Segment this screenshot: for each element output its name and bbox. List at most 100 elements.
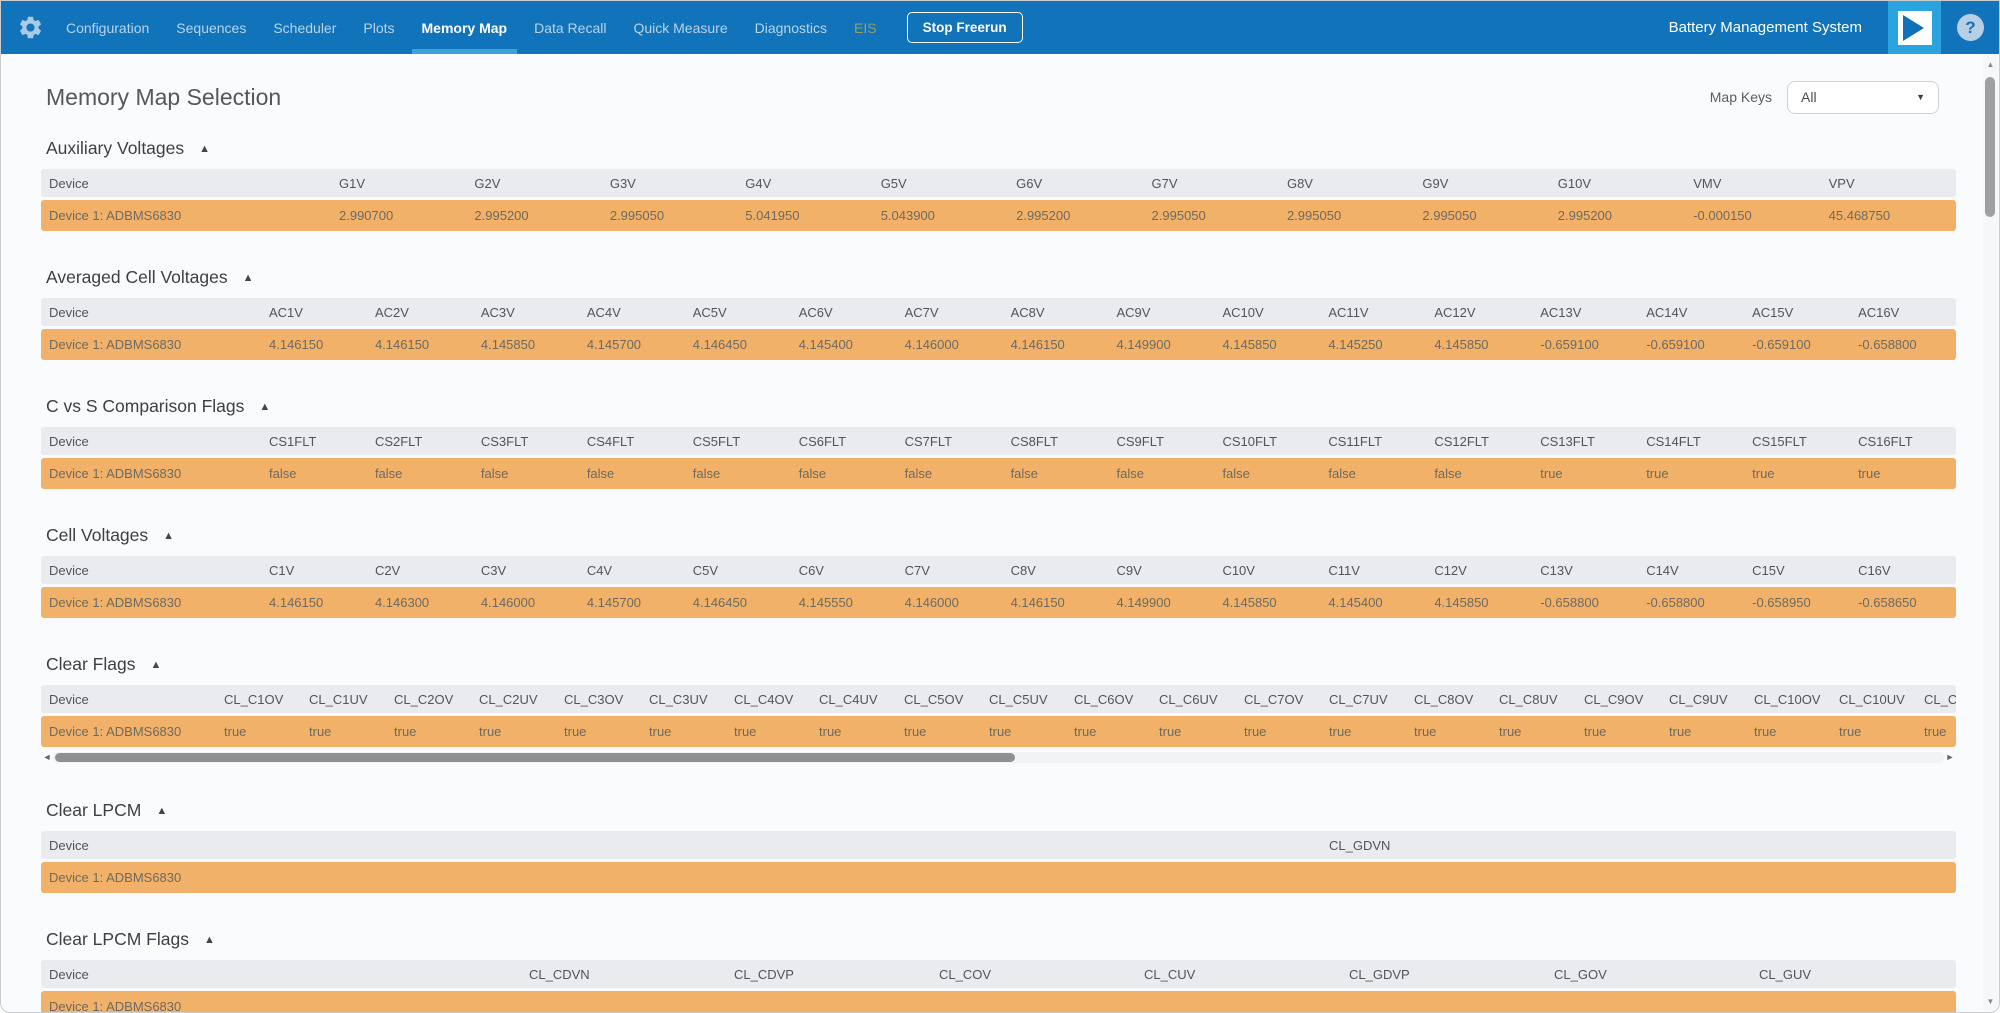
- column-header-cs16flt: CS16FLT: [1850, 434, 1956, 449]
- gear-icon[interactable]: [17, 14, 44, 41]
- device-column-header: Device: [41, 563, 261, 578]
- section-header-auxiliary-voltages[interactable]: Auxiliary Voltages ▲: [41, 138, 1959, 159]
- cell-value-cl-c6ov: true: [1066, 724, 1151, 739]
- cell-value-vpv: 45.468750: [1821, 208, 1956, 223]
- collapse-arrow-icon[interactable]: ▲: [204, 934, 215, 946]
- nav-item-data-recall[interactable]: Data Recall: [534, 1, 606, 54]
- section-header-cell-voltages[interactable]: Cell Voltages ▲: [41, 525, 1959, 546]
- column-header-ac6v: AC6V: [791, 305, 897, 320]
- column-header-cl-c4ov: CL_C4OV: [726, 692, 811, 707]
- cell-value-ac6v: 4.145400: [791, 337, 897, 352]
- column-header-ac11v: AC11V: [1320, 305, 1426, 320]
- nav-item-scheduler[interactable]: Scheduler: [273, 1, 336, 54]
- table-c-vs-s-comparison-flags: DeviceCS1FLTCS2FLTCS3FLTCS4FLTCS5FLTCS6F…: [41, 427, 1956, 489]
- cell-value-c12v: 4.145850: [1426, 595, 1532, 610]
- cell-value-cl-c3ov: true: [556, 724, 641, 739]
- section-title: Cell Voltages: [46, 525, 148, 546]
- column-header-cl-guv: CL_GUV: [1751, 967, 1956, 982]
- cell-value-cl-c9ov: true: [1576, 724, 1661, 739]
- section-header-clear-lpcm[interactable]: Clear LPCM▲: [41, 800, 1959, 821]
- collapse-arrow-icon[interactable]: ▲: [163, 530, 174, 542]
- nav-item-plots[interactable]: Plots: [363, 1, 394, 54]
- column-header-ac14v: AC14V: [1638, 305, 1744, 320]
- nav-item-configuration[interactable]: Configuration: [66, 1, 149, 54]
- scroll-up-icon[interactable]: ▲: [1983, 60, 1998, 69]
- section-header-averaged-cell-voltages[interactable]: Averaged Cell Voltages ▲: [41, 267, 1959, 288]
- cell-value-cs2flt: false: [367, 466, 473, 481]
- map-keys-select[interactable]: All ▼: [1787, 81, 1939, 114]
- cell-value-cs12flt: false: [1426, 466, 1532, 481]
- collapse-arrow-icon[interactable]: ▲: [150, 659, 161, 671]
- column-header-vmv: VMV: [1685, 176, 1820, 191]
- section-header-clear-lpcm-flags[interactable]: Clear LPCM Flags▲: [41, 929, 1959, 950]
- nav-item-sequences[interactable]: Sequences: [176, 1, 246, 54]
- column-header-g2v: G2V: [466, 176, 601, 191]
- cell-value-cl-c5uv: true: [981, 724, 1066, 739]
- cell-value-cl-c10ov: true: [1746, 724, 1831, 739]
- device-data-row[interactable]: Device 1: ADBMS6830: [41, 991, 1956, 1013]
- column-header-cl-cov: CL_COV: [931, 967, 1136, 982]
- help-icon[interactable]: ?: [1957, 14, 1984, 41]
- cell-value-g8v: 2.995050: [1279, 208, 1414, 223]
- cell-value-g10v: 2.995200: [1550, 208, 1685, 223]
- vertical-scrollbar[interactable]: ▲ ▼: [1983, 55, 1998, 1011]
- cell-value-g3v: 2.995050: [602, 208, 737, 223]
- cell-value-c15v: -0.658950: [1744, 595, 1850, 610]
- column-header-cl-c4uv: CL_C4UV: [811, 692, 896, 707]
- section-clear-lpcm-flags: Clear LPCM Flags▲DeviceCL_CDVNCL_CDVPCL_…: [41, 929, 1959, 1013]
- section-header-clear-flags[interactable]: Clear Flags▲: [41, 654, 1959, 675]
- vertical-scroll-thumb[interactable]: [1985, 77, 1995, 217]
- collapse-arrow-icon[interactable]: ▲: [199, 143, 210, 155]
- device-cell: Device 1: ADBMS6830: [41, 870, 1321, 885]
- cell-value-ac5v: 4.146450: [685, 337, 791, 352]
- cell-value-ac2v: 4.146150: [367, 337, 473, 352]
- device-data-row[interactable]: Device 1: ADBMS68304.1461504.1461504.145…: [41, 329, 1956, 360]
- nav-item-memory-map[interactable]: Memory Map: [422, 1, 508, 54]
- column-header-cl-c8uv: CL_C8UV: [1491, 692, 1576, 707]
- collapse-arrow-icon[interactable]: ▲: [156, 805, 167, 817]
- cell-value-cs7flt: false: [897, 466, 1003, 481]
- nav-item-diagnostics[interactable]: Diagnostics: [755, 1, 827, 54]
- cell-value-c10v: 4.145850: [1214, 595, 1320, 610]
- nav-item-eis[interactable]: EIS: [854, 1, 877, 54]
- device-data-row[interactable]: Device 1: ADBMS6830falsefalsefalsefalsef…: [41, 458, 1956, 489]
- device-data-row[interactable]: Device 1: ADBMS68304.1461504.1463004.146…: [41, 587, 1956, 618]
- map-keys-selected-value: All: [1801, 89, 1817, 105]
- collapse-arrow-icon[interactable]: ▲: [259, 401, 270, 413]
- scroll-down-icon[interactable]: ▼: [1983, 997, 1998, 1006]
- column-header-cs2flt: CS2FLT: [367, 434, 473, 449]
- horizontal-scrollbar[interactable]: ◄►: [41, 751, 1956, 764]
- column-header-c14v: C14V: [1638, 563, 1744, 578]
- column-header-cs6flt: CS6FLT: [791, 434, 897, 449]
- horizontal-scroll-thumb[interactable]: [55, 753, 1015, 762]
- cell-value-c4v: 4.145700: [579, 595, 685, 610]
- collapse-arrow-icon[interactable]: ▲: [243, 272, 254, 284]
- scroll-right-icon[interactable]: ►: [1944, 751, 1956, 764]
- device-data-row[interactable]: Device 1: ADBMS68302.9907002.9952002.995…: [41, 200, 1956, 231]
- column-header-cs9flt: CS9FLT: [1109, 434, 1215, 449]
- stop-freerun-button[interactable]: Stop Freerun: [907, 12, 1023, 43]
- section-title: Averaged Cell Voltages: [46, 267, 228, 288]
- column-header-c2v: C2V: [367, 563, 473, 578]
- column-header-cl-c5ov: CL_C5OV: [896, 692, 981, 707]
- play-triangle-logo-icon[interactable]: [1888, 1, 1941, 54]
- column-header-cl-c6uv: CL_C6UV: [1151, 692, 1236, 707]
- cell-value-cs8flt: false: [1003, 466, 1109, 481]
- cell-value-cl-c11ov: true: [1916, 724, 1956, 739]
- horizontal-scroll-track[interactable]: [53, 752, 1944, 763]
- column-header-cs5flt: CS5FLT: [685, 434, 791, 449]
- column-header-ac8v: AC8V: [1003, 305, 1109, 320]
- column-header-cl-c1ov: CL_C1OV: [216, 692, 301, 707]
- section-header-c-vs-s-comparison-flags[interactable]: C vs S Comparison Flags▲: [41, 396, 1959, 417]
- scroll-left-icon[interactable]: ◄: [41, 751, 53, 764]
- nav-item-quick-measure[interactable]: Quick Measure: [633, 1, 727, 54]
- device-data-row[interactable]: Device 1: ADBMS6830: [41, 862, 1956, 893]
- device-data-row[interactable]: Device 1: ADBMS6830truetruetruetruetruet…: [41, 716, 1956, 747]
- section-title: Auxiliary Voltages: [46, 138, 184, 159]
- chevron-down-icon: ▼: [1916, 92, 1925, 102]
- table-clear-lpcm: DeviceCL_GDVNDevice 1: ADBMS6830: [41, 831, 1956, 893]
- column-header-ac9v: AC9V: [1109, 305, 1215, 320]
- app-window: Configuration Sequences Scheduler Plots Memo…: [0, 0, 2000, 1013]
- column-header-ac7v: AC7V: [897, 305, 1003, 320]
- column-header-ac15v: AC15V: [1744, 305, 1850, 320]
